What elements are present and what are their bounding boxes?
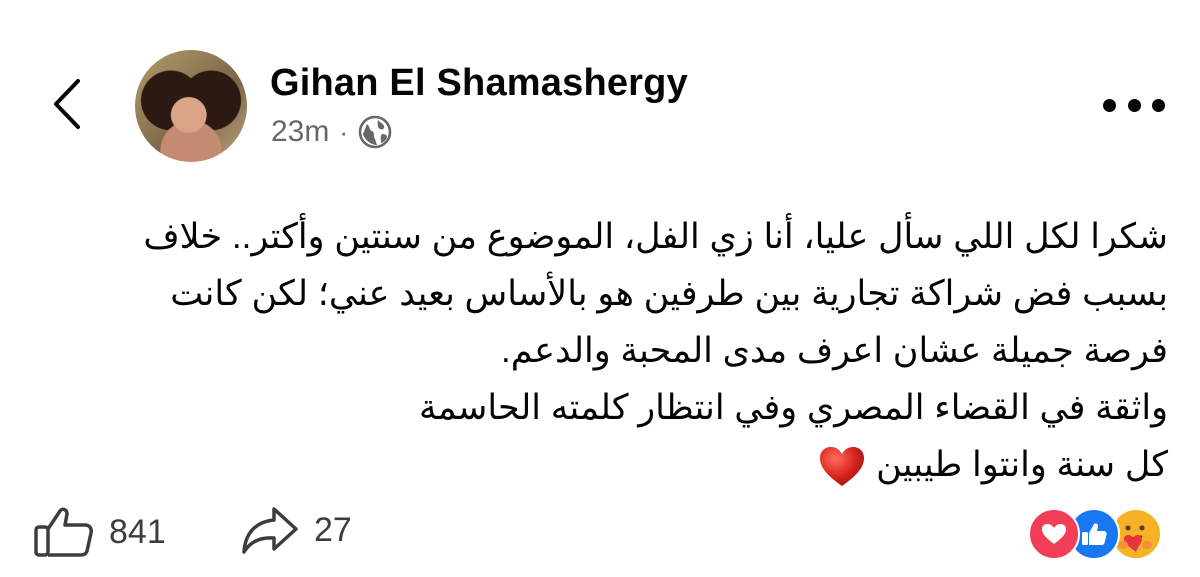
post-line: بسبب فض شراكة تجارية بين طرفين هو بالأسا… (170, 274, 1168, 313)
back-button[interactable] (44, 74, 90, 134)
author-name[interactable]: Gihan El Shamashergy (270, 62, 688, 105)
post-line: فرصة جميلة عشان اعرف مدى المحبة والدعم. (501, 331, 1168, 370)
post-line: شكرا لكل اللي سأل عليا، أنا زي الفل، الم… (143, 217, 1168, 256)
post-line-last: كل سنة وانتوا طيبين (40, 436, 1168, 493)
dot-icon (1152, 98, 1165, 112)
avatar[interactable] (135, 50, 247, 162)
like-count: 841 (109, 512, 166, 551)
share-count: 27 (314, 510, 352, 549)
post-line-text: كل سنة وانتوا طيبين (876, 445, 1168, 484)
share-button[interactable]: 27 (240, 505, 352, 555)
post-time[interactable]: 23m (271, 115, 329, 149)
meta-separator: · (339, 116, 349, 147)
dot-icon (1103, 98, 1116, 112)
chevron-left-icon (54, 79, 80, 129)
reactions-summary[interactable] (1028, 508, 1168, 560)
more-options-button[interactable] (1103, 90, 1165, 120)
heart-emoji-icon (820, 446, 865, 486)
post-text: شكرا لكل اللي سأل عليا، أنا زي الفل، الم… (40, 208, 1168, 493)
dot-icon (1127, 98, 1141, 112)
share-arrow-icon (242, 507, 298, 554)
globe-icon[interactable] (358, 115, 392, 149)
like-button[interactable]: 841 (33, 505, 166, 559)
post-meta: 23m · (271, 115, 392, 149)
post-line: واثقة في القضاء المصري وفي انتظار كلمته … (419, 388, 1168, 427)
love-reaction-icon (1028, 508, 1080, 560)
thumbs-up-icon (34, 507, 93, 557)
